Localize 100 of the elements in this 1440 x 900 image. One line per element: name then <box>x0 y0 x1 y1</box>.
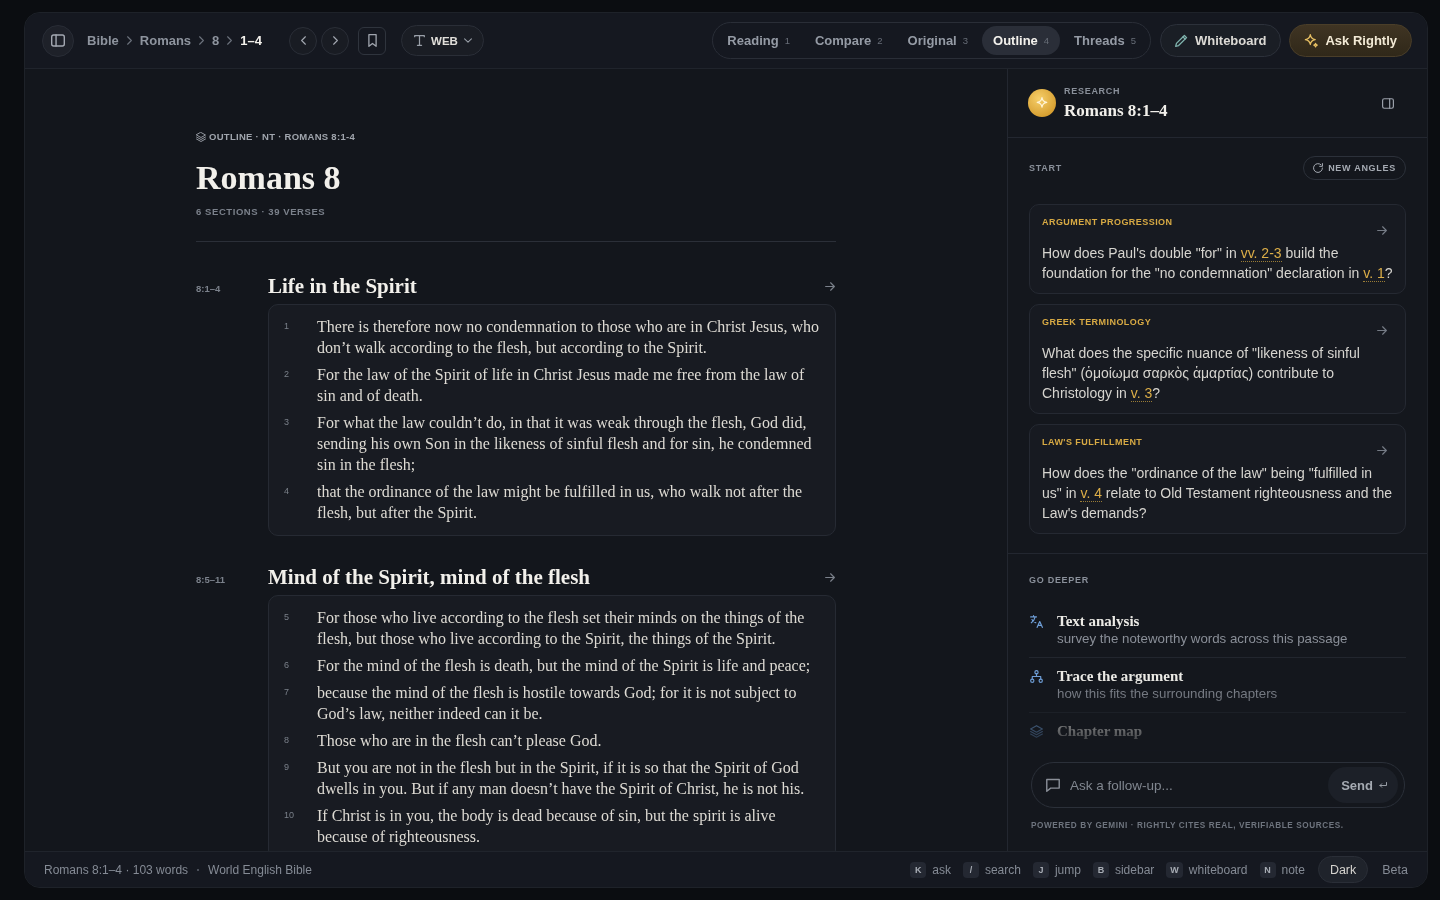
verse-number: 7 <box>283 686 290 699</box>
verse-text: But you are not in the flesh but in the Spirit, if it is so that the Spirit of God dwells in you. But if any man doesn’t have the Spirit of Christ, he is not his. <box>317 758 806 799</box>
open-section-button[interactable] <box>825 572 835 582</box>
breadcrumb-link[interactable]: Romans <box>139 33 192 48</box>
arrow-right-icon <box>825 281 835 291</box>
layers-icon <box>196 132 206 142</box>
key-cap: J <box>1032 861 1049 878</box>
verse-link[interactable]: vv. 2-3 <box>1240 245 1282 262</box>
verse-text: For what the law couldn’t do, in that it was weak through the flesh, God did, sending his own Son in the likeness of sinful flesh and for sin, he condemned sin in the flesh; <box>317 413 813 475</box>
verse-text: For the mind of the flesh is death, but the mind of the Spirit is life and peace; <box>317 656 812 676</box>
shortcut-label: ask <box>932 862 951 877</box>
question-category: ARGUMENT PROGRESSION <box>1042 216 1173 228</box>
verse-text: For the law of the Spirit of life in Christ Jesus made me free from the law of sin and of death. <box>317 365 806 406</box>
arrow-right-icon <box>1377 226 1387 235</box>
sidebar-toggle-button[interactable] <box>42 24 74 57</box>
view-tab[interactable]: Reading 1 <box>716 26 801 55</box>
translate-icon <box>1030 615 1043 628</box>
verse-link[interactable]: v. 4 <box>1080 485 1102 502</box>
enter-icon <box>1379 782 1387 788</box>
outline-eyebrow: OUTLINE · NT · ROMANS 8:1-4 <box>209 131 355 143</box>
refresh-icon <box>1313 163 1324 173</box>
bookmark-icon <box>367 34 377 47</box>
key-cap: K <box>910 861 927 878</box>
sparkle-icon <box>1304 33 1319 48</box>
chevron-right-icon <box>199 36 205 45</box>
shortcut-label: search <box>984 862 1021 877</box>
follow-up-field[interactable]: Ask a follow-up... Send <box>1031 762 1405 808</box>
section-label: START <box>1029 162 1062 174</box>
section-reference: 8:1–4 <box>196 282 222 296</box>
view-tab[interactable]: Compare 2 <box>803 26 894 55</box>
view-tab[interactable]: Outline 4 <box>982 26 1061 55</box>
section-reference: 8:5–11 <box>196 573 227 587</box>
arrow-right-icon <box>1377 326 1387 335</box>
section-heading: Mind of the Spirit, mind of the flesh <box>268 564 590 590</box>
question-card[interactable]: LAW'S FULFILLMENT How does the "ordinance of the law" being "fulfilled in us" in v. 4 relate to Old Testament righteousness and the Law's demands? <box>1029 424 1406 534</box>
question-text: How does the "ordinance of the law" being "fulfilled in us" in v. 4 relate to Old Testament righteousness and the Law's demands? <box>1042 464 1393 523</box>
translation-dropdown[interactable]: WEB <box>401 25 484 56</box>
verse-number: 2 <box>283 368 290 381</box>
verse-text: because the mind of the flesh is hostile towards God; for it is not subject to God’s law, neither indeed can it be. <box>317 683 798 724</box>
item-title: Chapter map <box>1057 722 1143 740</box>
translation-name: World English Bible <box>208 862 312 877</box>
panel-title: Romans 8:1–4 <box>1064 100 1169 121</box>
typeface-icon <box>414 35 426 46</box>
verse-number: 5 <box>283 611 290 624</box>
arrow-right-icon <box>825 572 835 582</box>
view-tab[interactable]: Threads 5 <box>1063 26 1147 55</box>
theme-button[interactable]: Dark <box>1317 856 1369 883</box>
beta-label: Beta <box>1382 862 1408 877</box>
verse-text: that the ordinance of the law might be fulfilled in us, who walk not after the flesh, but after the Spirit. <box>317 482 804 523</box>
powered-by-note: POWERED BY GEMINI · RIGHTLY CITES REAL, VERIFIABLE SOURCES. <box>1030 820 1345 832</box>
verse-number: 10 <box>283 809 295 822</box>
verse-text: Those who are in the flesh can’t please God. <box>317 731 603 751</box>
passage-info: Romans 8:1–4 · 103 words <box>44 862 189 877</box>
verse-text: If Christ is in you, the body is dead because of sin, but the spirit is alive because of righteousness. <box>317 806 777 847</box>
question-card[interactable]: GREEK TERMINOLOGY What does the specific nuance of "likeness of sinful flesh" (ὁμοίωμα σαρκὸς ἁμαρτίας) contribute to Christology in v. 3? <box>1029 304 1406 414</box>
key-cap: N <box>1259 861 1276 878</box>
breadcrumb-link[interactable]: 8 <box>212 33 220 48</box>
sparkle-badge-icon <box>1028 89 1056 117</box>
bookmark-button[interactable] <box>358 26 387 55</box>
section-heading: Life in the Spirit <box>268 273 417 299</box>
view-tab[interactable]: Original 3 <box>896 26 980 55</box>
ask-button[interactable]: Ask Rightly <box>1289 24 1412 57</box>
verse-number: 3 <box>283 416 290 429</box>
chevron-right-icon <box>332 36 338 45</box>
verse-text: There is therefore now no condemnation to those who are in Christ Jesus, who don’t walk according to the flesh, but according to the Spirit. <box>317 317 821 358</box>
breadcrumb-link[interactable]: 1–4 <box>240 33 263 48</box>
toggle-panel-button[interactable] <box>1382 97 1394 109</box>
verse-link[interactable]: v. 3 <box>1130 385 1153 402</box>
verse-number: 1 <box>283 320 290 333</box>
chat-bubble-icon <box>1046 778 1060 792</box>
breadcrumb-link[interactable]: Bible <box>87 33 119 48</box>
shortcut-label: sidebar <box>1114 862 1155 877</box>
key-cap: B <box>1092 861 1109 878</box>
shortcut-label: note <box>1281 862 1305 877</box>
shortcut-label: jump <box>1054 862 1081 877</box>
section-label: GO DEEPER <box>1029 575 1090 586</box>
question-category: LAW'S FULFILLMENT <box>1042 436 1143 448</box>
item-title: Trace the argument <box>1057 667 1185 685</box>
verse-text: For those who live according to the flesh set their minds on the things of the flesh, but those who live according to the Spirit, the things of the Spirit. <box>317 608 806 649</box>
whiteboard-button[interactable]: Whiteboard <box>1160 24 1282 57</box>
verse-number: 6 <box>283 659 290 672</box>
hierarchy-icon <box>1030 670 1043 683</box>
sidebar-icon <box>51 34 65 47</box>
send-button[interactable]: Send <box>1328 767 1398 803</box>
deeper-item[interactable]: Trace the argument how this fits the surrounding chapters <box>1029 658 1406 713</box>
question-card[interactable]: ARGUMENT PROGRESSION How does Paul's double "for" in vv. 2-3 build the foundation for the "no condemnation" declaration in v. 1? <box>1029 204 1406 294</box>
verse-number: 8 <box>283 734 290 747</box>
question-text: How does Paul's double "for" in vv. 2-3 build the foundation for the "no condemnation" declaration in v. 1? <box>1042 244 1393 283</box>
verse-link[interactable]: v. 1 <box>1363 265 1385 282</box>
question-text: What does the specific nuance of "likeness of sinful flesh" (ὁμοίωμα σαρκὸς ἁμαρτίας) contribute to Christology in v. 3? <box>1042 344 1361 403</box>
layers-icon <box>1030 725 1043 738</box>
arrow-right-icon <box>1377 446 1387 455</box>
key-cap: W <box>1166 861 1183 878</box>
open-section-button[interactable] <box>825 281 835 291</box>
sidebar-icon <box>1382 97 1394 109</box>
item-title: Text analysis <box>1057 612 1141 630</box>
pen-icon <box>1175 34 1188 47</box>
verse-number: 9 <box>283 761 290 774</box>
chevron-right-icon <box>227 36 233 45</box>
deeper-item[interactable]: Text analysis survey the noteworthy words across this passage <box>1029 603 1406 658</box>
